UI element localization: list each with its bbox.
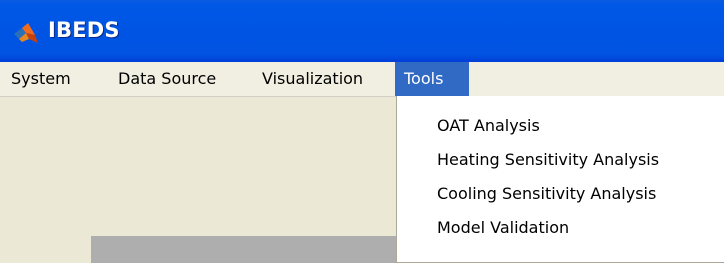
- app-window: IBEDS System Data Source Visualization T…: [0, 0, 724, 263]
- menu-item-model-validation[interactable]: Model Validation: [437, 213, 569, 243]
- title-bar[interactable]: IBEDS: [0, 0, 724, 62]
- menu-data-source[interactable]: Data Source: [118, 62, 216, 96]
- menu-bar: System Data Source Visualization Tools: [0, 62, 724, 97]
- menu-item-heating-sensitivity-analysis[interactable]: Heating Sensitivity Analysis: [437, 145, 659, 175]
- menu-visualization[interactable]: Visualization: [262, 62, 363, 96]
- matlab-logo-icon: [14, 23, 38, 43]
- menu-tools[interactable]: Tools: [395, 62, 469, 96]
- menu-item-cooling-sensitivity-analysis[interactable]: Cooling Sensitivity Analysis: [437, 179, 656, 209]
- content-panel: [91, 236, 431, 263]
- window-title: IBEDS: [48, 18, 120, 42]
- menu-item-oat-analysis[interactable]: OAT Analysis: [437, 111, 540, 141]
- menu-system[interactable]: System: [11, 62, 71, 96]
- tools-dropdown-menu: OAT Analysis Heating Sensitivity Analysi…: [396, 96, 724, 263]
